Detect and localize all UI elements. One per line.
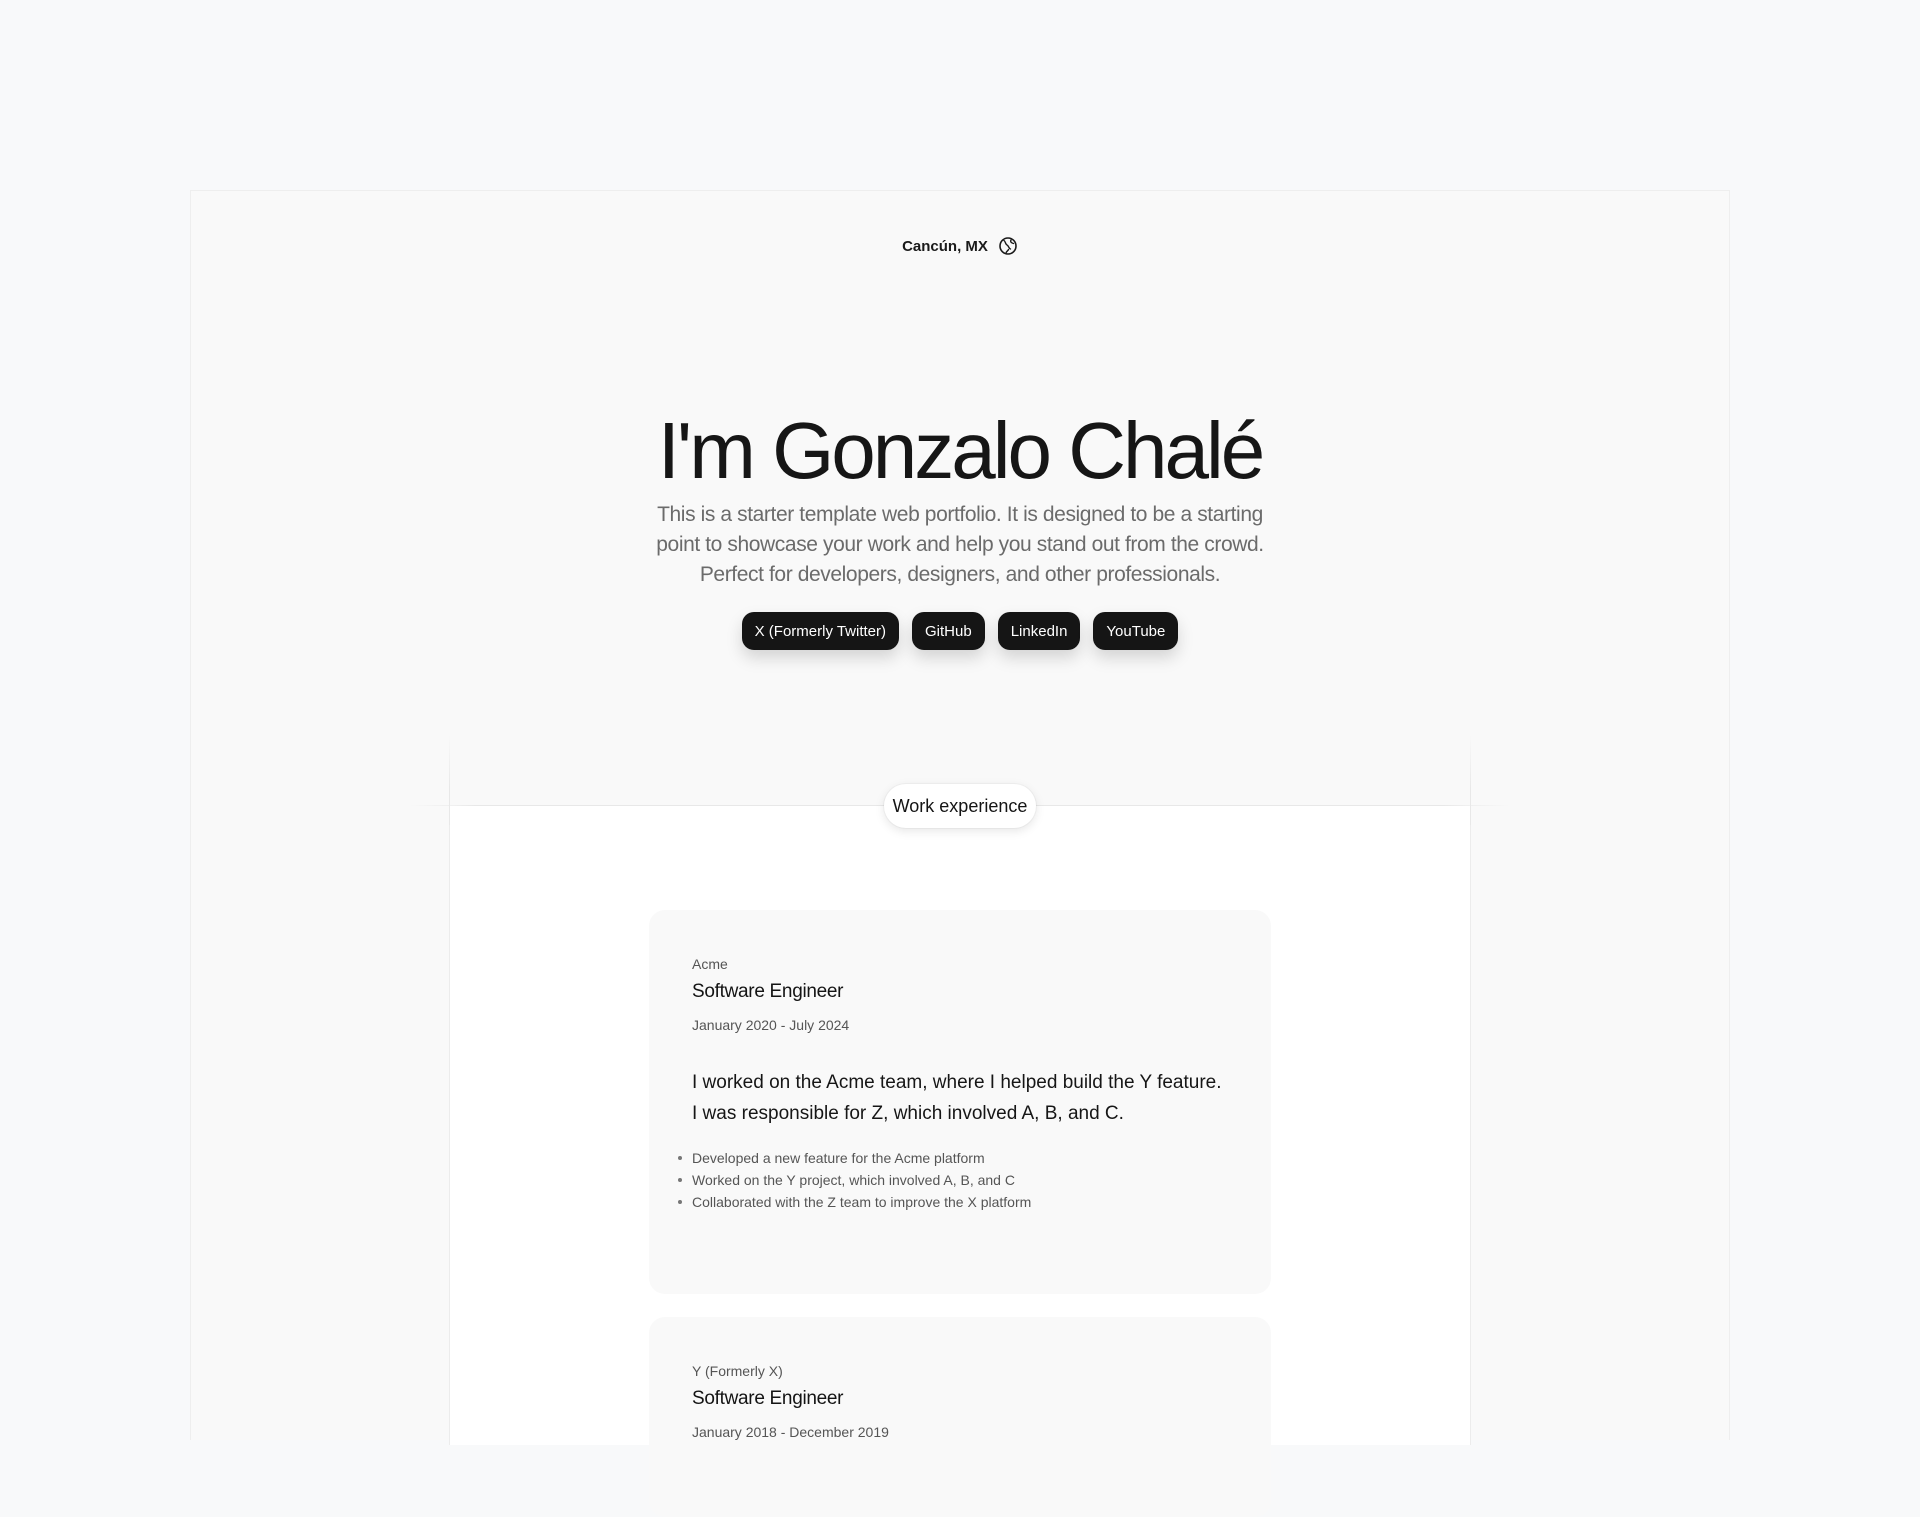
social-link-x[interactable]: X (Formerly Twitter) — [741, 612, 900, 650]
job-company: Acme — [692, 956, 728, 972]
job-dates: January 2018 - December 2019 — [692, 1424, 889, 1440]
social-link-github[interactable]: GitHub — [912, 612, 985, 650]
job-company: Y (Formerly X) — [692, 1363, 783, 1379]
page-title: I'm Gonzalo Chalé — [657, 406, 1266, 495]
work-experience-label: Work experience — [883, 784, 1037, 828]
job-highlight: Worked on the Y project, which involved … — [678, 1169, 1228, 1191]
job-summary: I worked on the Acme team, where I helpe… — [692, 1072, 1222, 1124]
social-link-youtube[interactable]: YouTube — [1093, 612, 1179, 650]
social-links: X (Formerly Twitter) GitHub LinkedIn You… — [0, 612, 1920, 650]
job-role: Software Engineer — [692, 981, 844, 1002]
job-role: Software Engineer — [692, 1388, 844, 1409]
hero-description: This is a starter template web portfolio… — [656, 503, 1264, 586]
location-text: Cancún, MX — [902, 237, 988, 255]
job-dates: January 2020 - July 2024 — [692, 1017, 850, 1033]
job-highlights: Developed a new feature for the Acme pla… — [678, 1147, 1228, 1213]
job-card: Acme Software Engineer January 2020 - Ju… — [649, 910, 1271, 1294]
globe-icon — [999, 237, 1017, 255]
location-label: Cancún, MX — [0, 236, 1920, 256]
social-link-linkedin[interactable]: LinkedIn — [997, 612, 1081, 650]
section-heading: Work experience — [0, 784, 1920, 828]
job-highlight: Collaborated with the Z team to improve … — [678, 1191, 1228, 1213]
job-card: Y (Formerly X) Software Engineer January… — [649, 1317, 1271, 1517]
job-highlight: Developed a new feature for the Acme pla… — [678, 1147, 1228, 1169]
